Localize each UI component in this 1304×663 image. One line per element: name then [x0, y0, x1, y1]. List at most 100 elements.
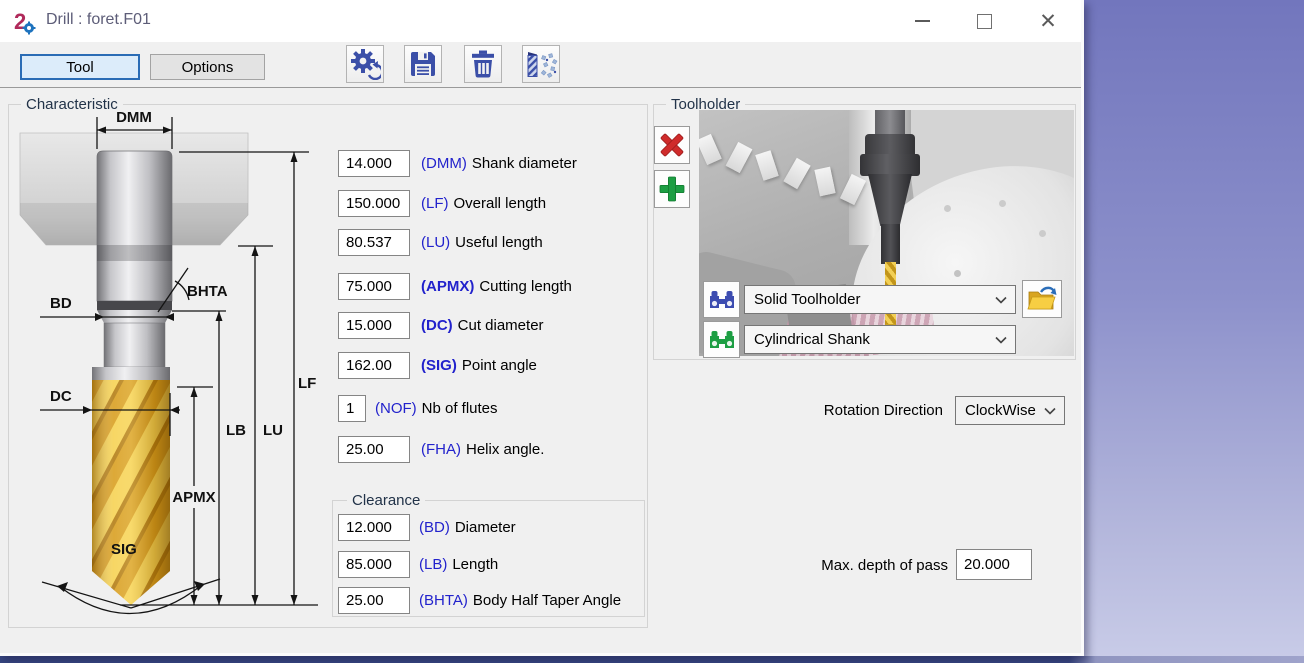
- photo-shape: [755, 150, 779, 181]
- sig-code: (SIG): [421, 357, 457, 374]
- bhta-code: (BHTA): [419, 592, 468, 609]
- search-shank-button[interactable]: [703, 321, 740, 358]
- cutting-length-label: Cutting length: [479, 278, 572, 295]
- photo-shape: [726, 142, 753, 173]
- title-bar[interactable]: 2 Drill : foret.F01 ✕: [0, 0, 1081, 42]
- helix-angle-row: (FHA) Helix angle.: [338, 436, 544, 463]
- clearance-length-label: Length: [452, 556, 498, 573]
- render-viewport: [1084, 0, 1304, 663]
- toolholder-type-select[interactable]: Solid Toolholder: [744, 285, 1016, 314]
- photo-shape: [814, 167, 835, 197]
- tab-options[interactable]: Options: [150, 54, 265, 80]
- point-angle-row: (SIG) Point angle: [338, 352, 537, 379]
- photo-shape: [699, 134, 722, 165]
- lu-code: (LU): [421, 234, 450, 251]
- drill-dimension-diagram: DMM BD BHTA DC SIG APMX LB LU LF: [12, 105, 332, 625]
- delete-x-icon: [660, 133, 684, 157]
- nb-flutes-row: (NOF) Nb of flutes: [338, 395, 498, 422]
- nof-code: (NOF): [375, 400, 417, 417]
- diagram-label-dc: DC: [50, 388, 72, 405]
- clearance-length-input[interactable]: [338, 551, 410, 578]
- search-toolholder-button[interactable]: [703, 281, 740, 318]
- close-icon: ✕: [1039, 11, 1057, 32]
- clearance-diameter-row: (BD) Diameter: [338, 514, 516, 541]
- drill-dialog: 2 Drill : foret.F01 ✕ Tool Options: [0, 0, 1084, 656]
- clearance-diameter-input[interactable]: [338, 514, 410, 541]
- helix-angle-label: Helix angle.: [466, 441, 544, 458]
- tool-chips-icon: [524, 49, 558, 79]
- body-half-taper-label: Body Half Taper Angle: [473, 592, 621, 609]
- useful-length-input[interactable]: [338, 229, 410, 256]
- minimize-button[interactable]: [904, 4, 940, 38]
- useful-length-label: Useful length: [455, 234, 543, 251]
- rotation-direction-label: Rotation Direction: [785, 402, 943, 419]
- shank-type-select[interactable]: Cylindrical Shank: [744, 325, 1016, 354]
- save-button[interactable]: [404, 45, 442, 83]
- shank-diameter-input[interactable]: [338, 150, 410, 177]
- app-logo-icon: 2: [13, 9, 39, 35]
- save-floppy-icon: [409, 50, 437, 78]
- add-plus-icon: [659, 176, 685, 202]
- browse-toolholder-button[interactable]: [1022, 280, 1062, 318]
- lb-code: (LB): [419, 556, 447, 573]
- shank-diameter-label: Shank diameter: [472, 155, 577, 172]
- cutting-length-row: (APMX) Cutting length: [338, 273, 572, 300]
- binoculars-green-icon: [709, 330, 735, 349]
- close-button[interactable]: ✕: [1030, 4, 1066, 38]
- delete-tool-button[interactable]: [464, 45, 502, 83]
- cutting-length-input[interactable]: [338, 273, 410, 300]
- minimize-icon: [915, 20, 930, 22]
- apmx-code: (APMX): [421, 278, 474, 295]
- photo-shape: [881, 224, 900, 264]
- photo-shape: [944, 205, 951, 212]
- rotation-direction-value: ClockWise: [965, 402, 1036, 419]
- rotation-direction-select[interactable]: ClockWise: [955, 396, 1065, 425]
- nb-flutes-label: Nb of flutes: [422, 400, 498, 417]
- max-depth-input[interactable]: [956, 549, 1032, 580]
- overall-length-input[interactable]: [338, 190, 410, 217]
- dc-code: (DC): [421, 317, 453, 334]
- shank-type-value: Cylindrical Shank: [754, 331, 870, 348]
- tool-measure-button[interactable]: [522, 45, 560, 83]
- settings-button[interactable]: [346, 45, 384, 83]
- toolholder-add-button[interactable]: [654, 170, 690, 208]
- maximize-button[interactable]: [966, 4, 1002, 38]
- useful-length-row: (LU) Useful length: [338, 229, 543, 256]
- window-title: Drill : foret.F01: [46, 11, 151, 29]
- photo-shape: [954, 270, 961, 277]
- helix-angle-input[interactable]: [338, 436, 410, 463]
- nb-flutes-input[interactable]: [338, 395, 366, 422]
- bd-code: (BD): [419, 519, 450, 536]
- shank-diameter-row: (DMM) Shank diameter: [338, 150, 577, 177]
- machine-photo: [699, 110, 1074, 356]
- diagram-label-bd: BD: [50, 295, 72, 312]
- cut-diameter-row: (DC) Cut diameter: [338, 312, 544, 339]
- fha-code: (FHA): [421, 441, 461, 458]
- diagram-label-dmm: DMM: [116, 109, 152, 126]
- photo-shape: [999, 200, 1006, 207]
- clearance-length-row: (LB) Length: [338, 551, 498, 578]
- diagram-label-apmx: APMX: [172, 489, 215, 506]
- chevron-down-icon: [995, 336, 1007, 343]
- toolholder-delete-button[interactable]: [654, 126, 690, 164]
- photo-shape: [783, 158, 810, 189]
- clearance-legend: Clearance: [347, 492, 425, 509]
- clearance-diameter-label: Diameter: [455, 519, 516, 536]
- body-half-taper-input[interactable]: [338, 587, 410, 614]
- body-half-taper-row: (BHTA) Body Half Taper Angle: [338, 587, 621, 614]
- cut-diameter-input[interactable]: [338, 312, 410, 339]
- chevron-down-icon: [1044, 407, 1056, 414]
- overall-length-label: Overall length: [454, 195, 547, 212]
- point-angle-input[interactable]: [338, 352, 410, 379]
- trash-icon: [469, 50, 497, 78]
- binoculars-blue-icon: [709, 290, 735, 309]
- diagram-label-lb: LB: [226, 422, 246, 439]
- point-angle-label: Point angle: [462, 357, 537, 374]
- bottom-edge-strip: [0, 656, 1304, 663]
- lf-code: (LF): [421, 195, 449, 212]
- dmm-code: (DMM): [421, 155, 467, 172]
- diagram-label-sig: SIG: [111, 541, 137, 558]
- tab-tool[interactable]: Tool: [20, 54, 140, 80]
- svg-text:2: 2: [14, 9, 26, 34]
- toolholder-type-value: Solid Toolholder: [754, 291, 860, 308]
